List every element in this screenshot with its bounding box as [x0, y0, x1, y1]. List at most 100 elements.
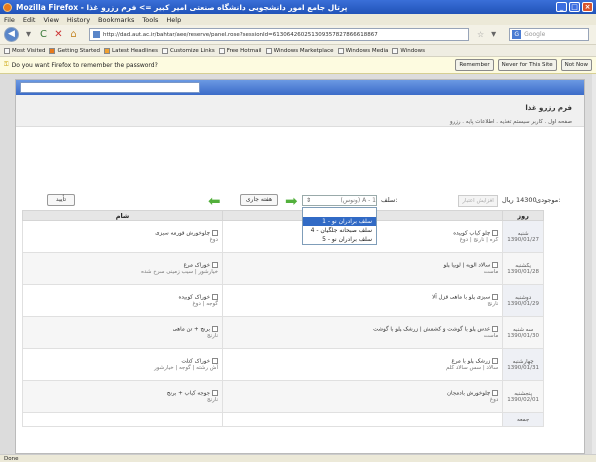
table-header-row: شام روز	[22, 210, 544, 221]
menu-bar: File Edit View History Bookmarks Tools H…	[0, 14, 596, 25]
dinner-cell: خوراک مرغ خیارشور | سیب زمینی سرخ شده	[22, 252, 223, 285]
page-header: فرم رزرو غذا صفحه اول . کاربر سیستم تغذی…	[16, 95, 584, 127]
minimize-button[interactable]: _	[556, 2, 567, 12]
dropdown-option[interactable]: سلف برادران نو - 1	[303, 217, 376, 226]
dinner-checkbox[interactable]	[212, 262, 218, 269]
lunch-checkbox[interactable]	[492, 326, 499, 333]
lunch-checkbox[interactable]	[492, 390, 499, 397]
bookmark-windows-marketplace[interactable]: Windows Marketplace	[265, 47, 334, 54]
lunch-checkbox[interactable]	[492, 358, 499, 365]
meal-select-value: 1 - A (ونوس)	[340, 197, 376, 204]
menu-help[interactable]: Help	[166, 16, 181, 24]
firefox-bookmark-icon	[49, 47, 56, 54]
google-icon[interactable]: G	[512, 30, 522, 39]
lunch-cell	[221, 412, 504, 427]
confirm-button[interactable]: تأیید	[47, 194, 75, 206]
lunch-checkbox[interactable]	[492, 294, 499, 301]
dinner-cell: خوراک کتلت آش رشته | گوجه | خیارشور	[22, 348, 223, 381]
day-cell: چهارشنبه 1390/01/31	[502, 348, 544, 381]
dinner-cell: چلوخورش قورمه سبزی دوغ	[22, 220, 223, 253]
key-icon: ⚿	[4, 61, 9, 68]
portal-topbar	[16, 80, 584, 95]
day-cell: شنبه 1390/01/27	[502, 220, 544, 253]
lunch-checkbox[interactable]	[492, 230, 499, 237]
meal-select[interactable]: ⇕ 1 - A (ونوس)	[302, 195, 377, 206]
stop-icon[interactable]: ✕	[53, 29, 64, 40]
dropdown-empty-option[interactable]	[303, 208, 376, 217]
dinner-cell: برنج + تن ماهی نارنج	[22, 316, 223, 349]
menu-edit[interactable]: Edit	[23, 16, 36, 24]
dinner-checkbox[interactable]	[212, 358, 218, 365]
select-caret-icon: ⇕	[306, 197, 312, 204]
bookmark-windows-media[interactable]: Windows Media	[337, 47, 388, 54]
dinner-column-header: شام	[22, 210, 223, 221]
search-input[interactable]: G Google	[509, 28, 590, 41]
dinner-cell	[22, 412, 223, 427]
menu-file[interactable]: File	[4, 16, 15, 24]
menu-bookmarks[interactable]: Bookmarks	[98, 16, 134, 24]
vertical-scrollbar[interactable]	[592, 74, 596, 454]
current-week-button[interactable]: هفته جاری	[240, 194, 278, 206]
lunch-cell: چلوخورش بادمجان دوغ	[221, 380, 504, 413]
bookmark-most-visited[interactable]: Most Visited	[4, 47, 45, 54]
meal-label: سلف:	[381, 196, 398, 204]
page-icon	[218, 47, 225, 54]
search-placeholder: Google	[524, 31, 546, 38]
dropdown-option[interactable]: سلف صبحانه جلگیان - 4	[303, 226, 376, 235]
navigation-toolbar: ◀ ▾ C ✕ ⌂ http://dad.aut.ac.ir/bahtar/ae…	[0, 25, 596, 45]
page-icon	[337, 47, 344, 54]
dinner-checkbox[interactable]	[212, 326, 218, 333]
bookmark-star-icon[interactable]: ☆	[477, 30, 484, 39]
back-button[interactable]: ◀	[4, 27, 19, 42]
url-dropdown-icon[interactable]: ▾	[488, 29, 499, 40]
bookmark-customize-links[interactable]: Customize Links	[161, 47, 215, 54]
bookmark-getting-started[interactable]: Getting Started	[49, 47, 100, 54]
day-cell: پنجشنبه 1390/02/01	[502, 380, 544, 413]
bookmark-windows[interactable]: Windows	[392, 47, 425, 54]
day-cell: یکشنبه 1390/01/28	[502, 252, 544, 285]
reload-icon[interactable]: C	[38, 29, 49, 40]
site-icon	[93, 31, 100, 38]
dropdown-arrow-icon[interactable]: ▾	[23, 29, 34, 40]
day-column-header: روز	[502, 210, 544, 221]
maximize-button[interactable]: □	[569, 2, 580, 12]
table-row: خوراک مرغ خیارشور | سیب زمینی سرخ شده سال…	[22, 252, 544, 285]
food-schedule-table: شام روز چلوخورش قورمه سبزی دوغ چلو کباب ک…	[22, 210, 544, 427]
bookmark-icon	[4, 47, 10, 54]
previous-week-arrow-icon[interactable]: ⬅	[208, 194, 221, 209]
never-for-site-button[interactable]: Never for This Site	[497, 59, 557, 71]
not-now-button[interactable]: Not Now	[560, 59, 592, 71]
address-url: http://dad.aut.ac.ir/bahtar/aee/reserve/…	[103, 31, 378, 38]
password-notification-bar: ⚿ Do you want Firefox to remember the pa…	[0, 57, 596, 74]
portal-search-field[interactable]	[20, 82, 200, 93]
breadcrumb[interactable]: صفحه اول . کاربر سیستم تغذیه . اطلاعات پ…	[450, 119, 572, 125]
firefox-icon	[3, 2, 12, 12]
dropdown-option[interactable]: سلف برادران نو - 5	[303, 235, 376, 244]
menu-tools[interactable]: Tools	[142, 16, 158, 24]
window-titlebar: Mozilla Firefox - پرتال جامع امور دانشجو…	[0, 0, 596, 14]
next-week-arrow-icon[interactable]: ➡	[285, 194, 298, 209]
bookmark-free-hotmail[interactable]: Free Hotmail	[218, 47, 262, 54]
close-window-button[interactable]: ×	[582, 2, 593, 12]
day-cell: سه شنبه 1390/01/30	[502, 316, 544, 349]
menu-view[interactable]: View	[43, 16, 58, 24]
password-message: Do you want Firefox to remember the pass…	[11, 61, 158, 69]
dinner-checkbox[interactable]	[212, 294, 218, 301]
menu-history[interactable]: History	[67, 16, 90, 24]
page-icon	[392, 47, 399, 54]
table-row: خوراک کوبیده گوجه | دوغ سبزی پلو با ماهی …	[22, 284, 544, 317]
home-icon[interactable]: ⌂	[68, 29, 79, 40]
address-bar[interactable]: http://dad.aut.ac.ir/bahtar/aee/reserve/…	[89, 28, 469, 41]
meal-dropdown-list[interactable]: سلف برادران نو - 1 سلف صبحانه جلگیان - 4…	[302, 207, 377, 245]
bookmark-latest-headlines[interactable]: Latest Headlines	[104, 47, 158, 54]
lunch-cell: سالاد الویه | لوبیا پلو ماست	[221, 252, 504, 285]
increase-credit-button[interactable]: افزایش اعتبار	[458, 195, 498, 207]
page-icon	[161, 47, 168, 54]
dinner-checkbox[interactable]	[212, 390, 218, 397]
remember-button[interactable]: Remember	[455, 59, 494, 71]
lunch-checkbox[interactable]	[492, 262, 499, 269]
bookmarks-toolbar: Most Visited Getting Started Latest Head…	[0, 45, 596, 57]
dinner-checkbox[interactable]	[212, 230, 218, 237]
table-row: برنج + تن ماهی نارنج عدس پلو با گوشت و کش…	[22, 316, 544, 349]
window-title: Mozilla Firefox - پرتال جامع امور دانشجو…	[16, 2, 348, 12]
